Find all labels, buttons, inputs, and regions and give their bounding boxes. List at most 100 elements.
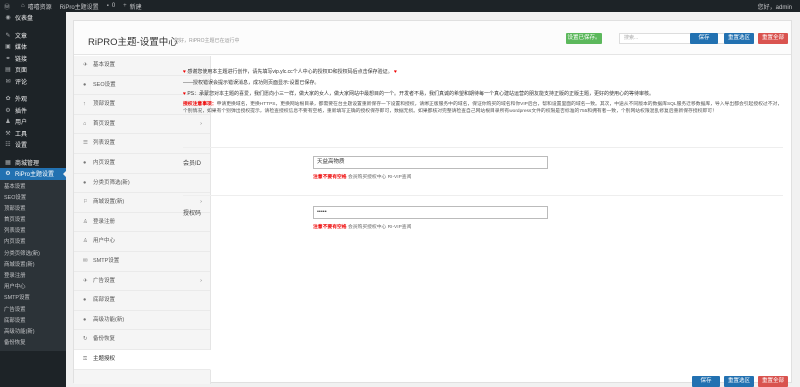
saved-status-button[interactable]: 设置已保存。 [566, 33, 602, 44]
reset-all-button[interactable]: 重置全部 [758, 33, 788, 44]
submenu-item[interactable]: 高级功能(新) [0, 327, 66, 338]
menu-item-7[interactable]: ⚙ 插件 [0, 105, 66, 117]
save-button[interactable]: 保存 [690, 33, 718, 44]
nav-item[interactable]: ● 底部设置 [74, 291, 210, 311]
menu-item-label: RiPro主题设置 [15, 172, 55, 179]
submenu-item[interactable]: SEO设置 [0, 193, 66, 204]
submenu-item[interactable]: 登录注册 [0, 271, 66, 282]
submenu-item[interactable]: 内页设置 [0, 237, 66, 248]
settings-icon: ☷ [5, 142, 11, 149]
menu-item-label: 用户 [15, 120, 28, 127]
nav-item-label: SEO设置 [93, 81, 116, 88]
menu-item-0[interactable]: ◉ 仪表盘 [0, 12, 66, 24]
menu-item-label: 外观 [15, 97, 28, 104]
ad-icon: ✈ [83, 277, 88, 284]
nav-item-label: 列表设置 [93, 140, 116, 147]
submenu-item[interactable]: SMTP设置 [0, 293, 66, 304]
theme-submenu: 基本设置 SEO设置 顶部设置 首页设置 列表设置 内页设置 分类页筛选(新) 商城设置(新)… [0, 179, 66, 352]
nav-item[interactable]: ↻ 备份恢复 [74, 330, 210, 350]
nav-item-label: 首页设置 [93, 120, 116, 127]
circle-icon: ● [83, 297, 87, 304]
nav-item-label: 主题授权 [93, 355, 116, 362]
nav-item[interactable]: ● 高级功能(新) [74, 311, 210, 331]
gear-icon: ⚙ [5, 171, 11, 178]
submenu-item[interactable]: 顶部设置 [0, 204, 66, 215]
menu-item-label: 评论 [15, 79, 28, 86]
nav-item-label: 高级功能(新) [93, 316, 125, 323]
license-notice: ♥ 感谢您使用本主题进行创作，请先填写vip.ylc.cc个人中心的授权ID和授… [183, 69, 783, 114]
plus-icon: + [123, 3, 127, 9]
submenu-item[interactable]: 商城设置(新) [0, 260, 66, 271]
menu-item-8[interactable]: ♟ 用户 [0, 116, 66, 128]
arrow-up-icon: ↑ [83, 101, 86, 108]
comment-icon: ✉ [5, 78, 11, 85]
circle-icon: ● [83, 81, 87, 88]
submenu-item[interactable]: 基本设置 [0, 182, 66, 193]
member-id-hint: 注意不要有空格 会员购买授权中心 RI-VIP查阅 [313, 175, 412, 180]
reset-section-button[interactable]: 重置选区 [724, 33, 754, 44]
menu-item-9[interactable]: ⚒ 工具 [0, 128, 66, 140]
link-icon: ⚭ [5, 55, 11, 62]
nav-item-label: 顶部设置 [93, 101, 116, 108]
pages-icon: ▤ [5, 67, 11, 74]
menu-item-1[interactable]: ✎ 文章 [0, 30, 66, 42]
nav-item-label: 登录注册 [93, 218, 116, 225]
nav-item-label: 分类页筛选(新) [93, 179, 130, 186]
nav-item[interactable]: ✈ 广告设置 › [74, 272, 210, 292]
submenu-item[interactable]: 广告设置 [0, 305, 66, 316]
pin-icon: ✈ [83, 62, 88, 68]
submenu-item[interactable]: 分类页筛选(新) [0, 249, 66, 260]
menu-item-3[interactable]: ⚭ 链接 [0, 53, 66, 65]
wp-logo[interactable]: Ⓦ [0, 0, 17, 12]
home-icon: ⌂ [83, 120, 87, 127]
menu-item-5[interactable]: ✉ 评论 [0, 76, 66, 88]
auth-code-field[interactable]: ••••• [313, 206, 548, 219]
user-greeting[interactable]: 您好，admin [754, 0, 800, 12]
nav-item-label: SMTP设置 [93, 257, 120, 264]
menu-item-4[interactable]: ▤ 页面 [0, 64, 66, 76]
backup-icon: ↻ [83, 336, 88, 343]
admin-menu: ◉ 仪表盘 ✎ 文章 ▣ 媒体 ⚭ 链接 ▤ 页面 ✉ 评论 ✿ 外观 ⚙ 插件 ♟ 用户 ⚒ 工具 ☷ 设置 ▦ 商城管理 ⚙… [0, 12, 66, 387]
nav-item-label: 用户中心 [93, 238, 116, 245]
footer-save-button[interactable]: 保存 [692, 376, 720, 387]
footer-reset-all-button[interactable]: 重置全部 [758, 376, 788, 387]
new-content-link[interactable]: + 新建 [119, 0, 146, 12]
dashboard-icon: ◉ [5, 15, 11, 22]
pin-icon: ✎ [5, 32, 11, 39]
submenu-item[interactable]: 用户中心 [0, 282, 66, 293]
shop-icon: ⚐ [83, 199, 88, 206]
menu-item-12[interactable]: ⚙ RiPro主题设置 [0, 168, 66, 180]
nav-item-label: 内页设置 [93, 159, 116, 166]
submenu-item[interactable]: 首页设置 [0, 215, 66, 226]
menu-item-label: 链接 [15, 56, 28, 63]
wordpress-icon: Ⓦ [4, 4, 11, 11]
menu-item-label: 插件 [15, 108, 28, 115]
footer-reset-section-button[interactable]: 重置选区 [724, 376, 754, 387]
circle-icon: ● [83, 159, 87, 166]
circle-icon: ● [83, 316, 87, 323]
menu-item-2[interactable]: ▣ 媒体 [0, 41, 66, 53]
heart-icon: ♥ [183, 69, 186, 75]
member-id-row: 会员ID 天益高物质 注意不要有空格 会员购买授权中心 RI-VIP查阅 [183, 147, 783, 195]
site-name-link[interactable]: ⌂ 嘻嘻资源 [17, 0, 56, 12]
member-id-field[interactable]: 天益高物质 [313, 156, 548, 169]
menu-item-10[interactable]: ☷ 设置 [0, 139, 66, 151]
submenu-item[interactable]: 备份恢复 [0, 338, 66, 349]
nav-item[interactable]: ⚿ 主题授权 [74, 349, 211, 370]
circle-icon: ● [83, 179, 87, 186]
menu-item-11[interactable]: ▦ 商城管理 [0, 157, 66, 169]
nav-item[interactable]: ⌂ 首页设置 › [74, 115, 210, 135]
menu-item-6[interactable]: ✿ 外观 [0, 93, 66, 105]
media-icon: ▣ [5, 44, 11, 51]
theme-settings-link[interactable]: RiPro主题设置 [56, 0, 103, 12]
comments-link[interactable]: ▪ 0 [103, 0, 119, 12]
nav-item[interactable]: ✉ SMTP设置 [74, 252, 210, 272]
submenu-item[interactable]: 底部设置 [0, 316, 66, 327]
submenu-item[interactable]: 列表设置 [0, 226, 66, 237]
nav-item-label: 广告设置 [93, 277, 116, 284]
menu-item-label: 商城管理 [15, 160, 40, 167]
key-icon: ⚿ [83, 355, 88, 362]
comment-icon: ▪ [106, 3, 109, 9]
users-icon: ♟ [5, 119, 11, 126]
menu-item-label: 设置 [15, 143, 28, 150]
